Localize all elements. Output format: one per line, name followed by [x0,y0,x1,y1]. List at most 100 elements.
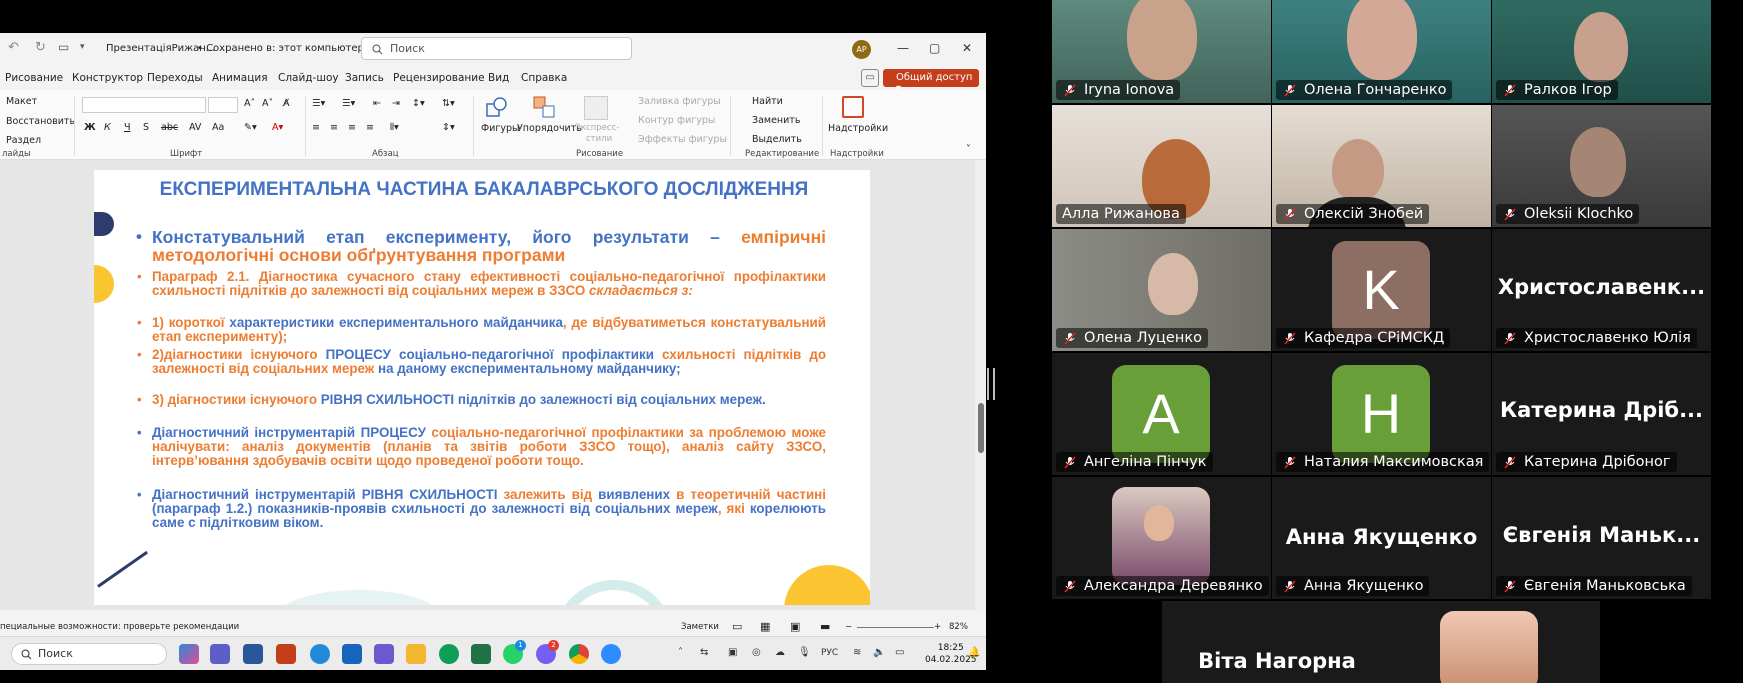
teams-icon[interactable] [210,644,230,664]
main-bullet[interactable]: • Констатувальний етап експерименту, йог… [136,228,826,265]
participant-tile[interactable]: Ралков Ігор [1492,0,1711,103]
participant-tile[interactable]: Катерина Дріб... Катерина Дрібоног [1492,353,1711,475]
participant-tile[interactable]: Євгенія Маньк... Євгенія Маньковська [1492,477,1711,599]
copilot-icon[interactable] [179,644,199,664]
participant-tile[interactable]: A Ангеліна Пінчук [1052,353,1271,475]
zoom-out-icon[interactable]: − [845,622,852,632]
shape-effects-button[interactable]: Эффекты фигуры [638,134,727,145]
taskbar-search[interactable]: Поиск [11,643,167,665]
font-shrink-icon[interactable]: A˅ [262,98,273,109]
quick-styles-icon[interactable] [584,96,608,120]
customize-icon[interactable]: ▾ [80,42,85,52]
participant-tile[interactable]: Віта Нагорна [1162,601,1600,683]
case-icon[interactable]: Aa [212,122,224,133]
chrome-icon[interactable] [569,644,589,664]
accessibility-status[interactable]: пециальные возможности: проверьте рекоме… [0,622,239,632]
indent-increase-icon[interactable]: ⇥ [392,98,400,109]
tray-app-icon[interactable]: ☁ [775,647,785,658]
addins-icon[interactable] [842,96,864,118]
tab-record[interactable]: Запись [345,72,384,84]
italic-icon[interactable]: К [104,122,111,133]
tray-app-icon[interactable]: ▣ [728,647,737,658]
comments-icon[interactable]: ▭ [861,69,879,87]
excel-icon[interactable] [471,644,491,664]
text-direction-icon[interactable]: ⇅▾ [442,98,455,109]
shapes-button[interactable]: Фигуры [481,123,520,134]
notification-icon[interactable]: 🔔 [968,647,980,658]
participant-tile-active-speaker[interactable]: Алла Рижанова [1052,105,1271,227]
align-text-icon[interactable]: ⇕▾ [442,122,455,133]
font-size-select[interactable] [208,97,238,113]
whatsapp-icon[interactable]: 1 [503,640,526,664]
normal-view-icon[interactable]: ▭ [732,620,742,633]
tab-animation[interactable]: Анимация [212,72,268,84]
numbering-icon[interactable]: ☰▾ [342,98,355,109]
zoom-slider[interactable] [857,627,934,628]
zoom-level[interactable]: 82% [949,622,968,632]
columns-icon[interactable]: ⫴▾ [390,122,399,133]
slide[interactable]: ЕКСПЕРИМЕНТАЛЬНА ЧАСТИНА БАКАЛАВРСЬКОГО … [94,170,870,605]
powerpoint-icon[interactable] [276,644,296,664]
line-spacing-icon[interactable]: ↕▾ [412,98,425,109]
find-button[interactable]: Найти [752,96,783,107]
close-icon[interactable]: ✕ [962,41,972,55]
tray-chevron-icon[interactable]: ˄ [678,647,683,658]
spacing-icon[interactable]: AV [189,122,201,133]
participant-tile[interactable]: Олена Луценко [1052,229,1271,351]
shape-outline-button[interactable]: Контур фигуры [638,115,715,126]
bullets-icon[interactable]: ☰▾ [312,98,325,109]
clear-format-icon[interactable]: A̸ [283,98,290,109]
tab-slideshow[interactable]: Слайд-шоу [278,72,339,84]
reading-view-icon[interactable]: ▣ [790,620,800,633]
layout-button[interactable]: Макет [6,96,37,107]
participant-tile[interactable]: Олексій Знобей [1272,105,1491,227]
zoom-icon[interactable] [601,644,621,664]
slide-editor[interactable]: ЕКСПЕРИМЕНТАЛЬНА ЧАСТИНА БАКАЛАВРСЬКОГО … [0,160,975,610]
volume-icon[interactable]: 🔈 [873,647,885,658]
participant-tile[interactable]: Iryna Ionova [1052,0,1271,103]
tab-review[interactable]: Рецензирование [393,72,485,84]
sorter-view-icon[interactable]: ▦ [760,620,770,633]
panel-divider[interactable] [987,368,995,400]
app-icon[interactable] [439,644,459,664]
ribbon-collapse-icon[interactable]: ˅ [966,144,971,155]
tray-app-icon[interactable]: ⇆ [700,647,708,658]
mail-icon[interactable] [342,644,362,664]
participant-tile[interactable]: Олена Гончаренко [1272,0,1491,103]
shapes-icon[interactable] [486,96,508,118]
tab-transitions[interactable]: Переходы [147,72,203,84]
sub-bullet-3[interactable]: • 2)діагностики існуючого ПРОЦЕСУ соціал… [137,348,826,376]
font-color-icon[interactable]: A▾ [272,122,283,133]
present-icon[interactable]: ▭ [58,40,69,54]
participant-tile[interactable]: Oleksii Klochko [1492,105,1711,227]
wifi-icon[interactable]: ≋ [853,647,861,658]
save-status[interactable]: • Сохранено в: этот компьютер [197,43,364,54]
edge-icon[interactable] [310,644,330,664]
participant-tile[interactable]: K Кафедра СРіМСКД [1272,229,1491,351]
participant-tile[interactable]: H Наталия Максимовская [1272,353,1491,475]
justify-icon[interactable]: ≡ [366,122,374,133]
replace-button[interactable]: Заменить [752,115,800,126]
shape-fill-button[interactable]: Заливка фигуры [638,96,721,107]
word-icon[interactable] [243,644,263,664]
reset-button[interactable]: Восстановить [6,116,75,127]
slide-title[interactable]: ЕКСПЕРИМЕНТАЛЬНА ЧАСТИНА БАКАЛАВРСЬКОГО … [154,180,814,200]
sub-bullet-2[interactable]: • 1) короткої характеристики експеримент… [137,316,826,344]
bold-icon[interactable]: Ж [84,122,96,133]
battery-icon[interactable]: ▭ [895,647,904,658]
microphone-icon[interactable]: 🎙 [798,647,811,658]
store-icon[interactable] [374,644,394,664]
language-indicator[interactable]: РУС [821,648,838,658]
maximize-icon[interactable]: ▢ [929,41,940,55]
vertical-scrollbar[interactable] [975,160,986,610]
search-input[interactable]: Поиск [361,37,632,60]
align-center-icon[interactable]: ≡ [330,122,338,133]
scroll-thumb[interactable] [978,403,984,453]
avatar[interactable]: АР [852,40,871,59]
align-left-icon[interactable]: ≡ [312,122,320,133]
sub-bullet-4[interactable]: • 3) діагностики існуючого РІВНЯ СХИЛЬНО… [137,393,826,407]
tab-design[interactable]: Конструктор [72,72,143,84]
notes-button[interactable]: Заметки [681,622,719,632]
underline-icon[interactable]: Ч [124,122,131,133]
tab-draw[interactable]: Рисование [5,72,63,84]
